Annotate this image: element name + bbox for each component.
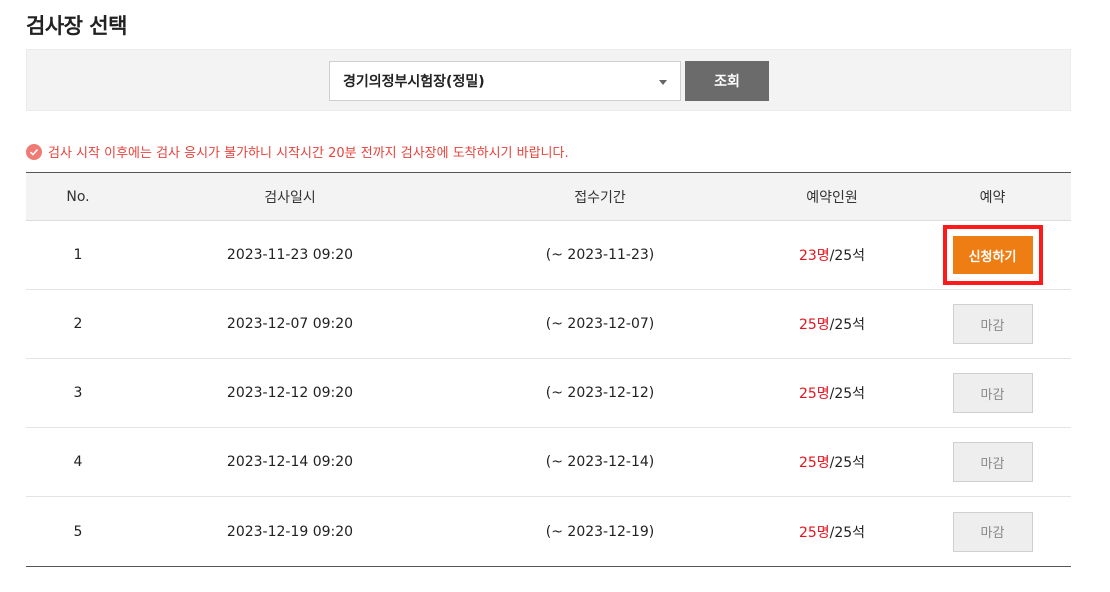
capacity: /25석 [829,386,866,402]
row-occupancy: 25명/25석 [750,314,914,334]
booked-count: 25명 [798,386,830,402]
search-bar: 경기의정부시험장(정밀) 조회 [26,49,1071,111]
capacity: /25석 [829,248,866,264]
table-row: 1 2023-11-23 09:20 (~ 2023-11-23) 23명/25… [26,221,1071,290]
table-row: 4 2023-12-14 09:20 (~ 2023-12-14) 25명/25… [26,428,1071,497]
table-row: 5 2023-12-19 09:20 (~ 2023-12-19) 25명/25… [26,497,1071,566]
row-no: 2 [73,316,83,332]
row-no: 1 [73,247,83,263]
row-datetime: 2023-12-07 09:20 [226,316,354,332]
row-no: 3 [73,385,83,401]
booked-count: 25명 [798,317,830,333]
page-title: 검사장 선택 [26,14,127,38]
row-period: (~ 2023-12-12) [545,385,655,401]
capacity: /25석 [829,317,866,333]
header-datetime: 검사일시 [264,189,316,206]
capacity: /25석 [829,455,866,471]
header-period: 접수기간 [574,189,626,206]
row-occupancy: 23명/25석 [750,245,914,265]
row-datetime: 2023-12-12 09:20 [226,385,354,401]
table-header: No. 검사일시 접수기간 예약인원 예약 [26,173,1071,221]
site-select-value: 경기의정부시험장(정밀) [343,74,485,90]
row-action: 마감 [914,373,1071,413]
row-occupancy: 25명/25석 [750,383,914,403]
row-datetime: 2023-11-23 09:20 [226,247,354,263]
check-circle-icon [26,143,42,160]
apply-button[interactable]: 신청하기 [952,236,1033,274]
row-period: (~ 2023-12-07) [545,316,655,332]
schedule-table: No. 검사일시 접수기간 예약인원 예약 1 2023-11-23 09:20… [26,172,1071,567]
notice-text: 검사 시작 이후에는 검사 응시가 불가하니 시작시간 20분 전까지 검사장에… [48,146,569,161]
row-no: 5 [73,523,83,540]
site-select[interactable]: 경기의정부시험장(정밀) [329,61,681,101]
closed-button[interactable]: 마감 [952,442,1033,482]
closed-button[interactable]: 마감 [952,304,1033,344]
row-period: (~ 2023-12-14) [545,454,655,470]
row-no: 4 [73,454,83,470]
header-action: 예약 [979,189,1006,206]
row-occupancy: 25명/25석 [750,452,914,472]
row-action: 마감 [914,442,1071,482]
notice: 검사 시작 이후에는 검사 응시가 불가하니 시작시간 20분 전까지 검사장에… [26,142,569,161]
booked-count: 23명 [798,248,830,264]
row-action: 신청하기 [914,225,1071,285]
row-period: (~ 2023-11-23) [545,247,655,263]
highlight-box: 신청하기 [942,225,1043,285]
row-datetime: 2023-12-19 09:20 [226,523,354,540]
closed-button[interactable]: 마감 [952,511,1033,552]
table-row: 3 2023-12-12 09:20 (~ 2023-12-12) 25명/25… [26,359,1071,428]
exam-site-page: 검사장 선택 경기의정부시험장(정밀) 조회 검사 시작 이후에는 검사 응시가… [0,0,1110,592]
row-occupancy: 25명/25석 [750,522,914,542]
booked-count: 25명 [798,455,830,471]
header-no: No. [66,188,90,205]
chevron-down-icon [659,80,667,85]
row-action: 마감 [914,511,1071,552]
booked-count: 25명 [798,524,830,541]
closed-button[interactable]: 마감 [952,373,1033,413]
capacity: /25석 [829,524,866,541]
header-booked: 예약인원 [806,189,858,206]
search-button[interactable]: 조회 [685,61,769,101]
row-action: 마감 [914,304,1071,344]
row-datetime: 2023-12-14 09:20 [226,454,354,470]
row-period: (~ 2023-12-19) [545,523,655,540]
table-row: 2 2023-12-07 09:20 (~ 2023-12-07) 25명/25… [26,290,1071,359]
